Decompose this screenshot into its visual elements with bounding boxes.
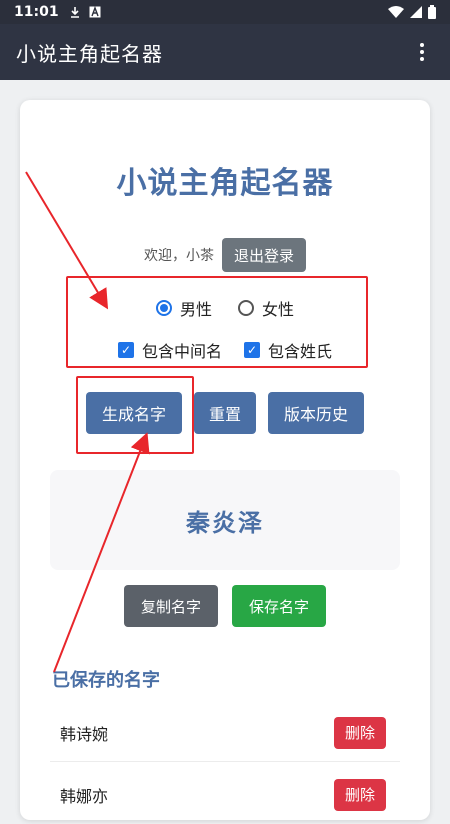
page-title: 小说主角起名器: [116, 166, 334, 201]
welcome-text: 欢迎，小茶: [144, 248, 214, 264]
annotation-frame-generate: [76, 376, 194, 454]
result-actions: 复制名字 保存名字: [124, 585, 326, 627]
delete-button[interactable]: 删除: [334, 716, 386, 749]
battery-icon: [428, 5, 436, 19]
generated-name: 秦炎泽: [186, 508, 264, 537]
welcome-row: 欢迎，小茶 退出登录: [0, 238, 450, 272]
status-bar: 11:01: [0, 0, 450, 24]
logout-button[interactable]: 退出登录: [222, 238, 306, 272]
app-bar: 小说主角起名器: [0, 24, 450, 80]
save-name-button[interactable]: 保存名字: [232, 585, 326, 627]
annotation-frame-options: [66, 276, 368, 368]
saved-names-title: 已保存的名字: [52, 670, 160, 691]
saved-list-item: 韩诗婉 删除: [50, 704, 400, 762]
saved-list-item: 韩娜亦 删除: [50, 766, 400, 824]
more-vert-icon[interactable]: [410, 37, 434, 67]
wifi-icon: [388, 6, 404, 18]
signal-icon: [410, 6, 422, 18]
app-title: 小说主角起名器: [16, 41, 163, 66]
saved-name: 韩诗婉: [60, 724, 109, 744]
font-a-icon: [89, 6, 101, 18]
result-box: 秦炎泽: [50, 470, 400, 570]
delete-button[interactable]: 删除: [334, 778, 386, 811]
saved-name: 韩娜亦: [60, 786, 109, 806]
reset-button[interactable]: 重置: [194, 392, 256, 434]
download-icon: [70, 7, 79, 18]
version-history-button[interactable]: 版本历史: [268, 392, 364, 434]
status-time: 11:01: [14, 4, 59, 20]
copy-name-button[interactable]: 复制名字: [124, 585, 218, 627]
